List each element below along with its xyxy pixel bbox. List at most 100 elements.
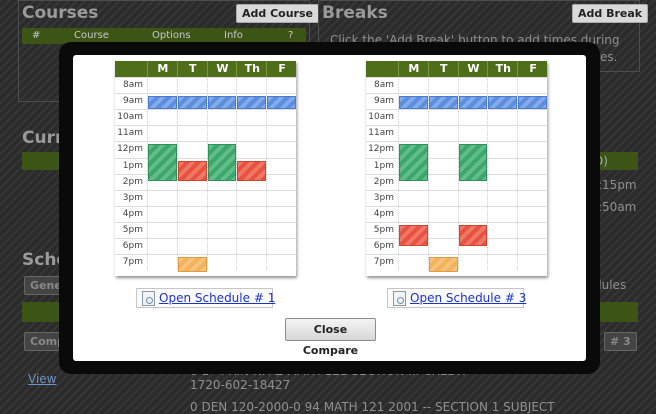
time-row: 12pm (366, 141, 547, 158)
time-label: 11am (117, 128, 143, 139)
day-header: T (427, 61, 459, 77)
day-header: W (206, 61, 238, 77)
time-label: 8am (122, 80, 143, 90)
time-row: 3pm (115, 189, 296, 207)
open-schedule-1-box[interactable]: Open Schedule # 1 (136, 288, 275, 308)
calendar-header: M T W Th F (366, 61, 547, 77)
table-header-info: Info (224, 30, 243, 41)
open-schedule-3-link[interactable]: Open Schedule # 3 (410, 291, 526, 305)
time-row: 6pm (115, 238, 296, 255)
class-block[interactable] (237, 160, 267, 182)
class-block[interactable] (399, 96, 428, 109)
time-label: 2pm (373, 176, 394, 187)
close-compare-button[interactable]: Close Compare (285, 318, 376, 357)
class-block[interactable] (237, 96, 267, 109)
time-row: 12pm (115, 141, 296, 158)
class-block[interactable] (177, 160, 207, 182)
time-label: 9am (373, 96, 394, 107)
time-label: 12pm (117, 144, 143, 155)
class-block[interactable] (399, 144, 428, 182)
day-header: F (266, 61, 297, 77)
class-block[interactable] (518, 96, 547, 109)
class-block[interactable] (148, 144, 177, 182)
day-header: M (398, 61, 429, 77)
time-label: 6pm (373, 241, 394, 251)
grid-line (296, 77, 297, 271)
class-block[interactable] (399, 224, 428, 246)
table-header-num: # (32, 30, 41, 41)
breaks-help-text-2: es. (600, 50, 618, 64)
time-label: 2pm (122, 176, 143, 187)
time-label: 9am (122, 96, 143, 107)
day-header: Th (236, 61, 267, 77)
schedule-3-tag[interactable]: # 3 (604, 332, 637, 351)
class-block[interactable] (177, 96, 207, 109)
class-block[interactable] (148, 96, 177, 109)
time-row: 2pm (366, 173, 547, 191)
time-row: 8am (115, 77, 296, 94)
time-label: 1pm (373, 160, 394, 171)
bottom-text-3: 0 DEN 120-2000-0 94 MATH 121 2001 -- SEC… (190, 400, 555, 414)
time-row: 5pm (366, 221, 547, 239)
schedule-calendar-3: M T W Th F 8am 9am 10am 11am 12pm 1pm 2pm 3pm 4pm 5pm 6… (366, 61, 548, 276)
time-label: 12pm (368, 144, 394, 155)
view-link[interactable]: View (28, 372, 56, 386)
add-break-button[interactable]: Add Break (572, 4, 649, 23)
schedule-calendar-1: M T W Th F 8am 9am 10am 11am 12pm 1pm 2pm 3pm 4pm 5pm 6… (115, 61, 297, 276)
compare-modal: M T W Th F 8am 9am 10am 11am 12pm 1pm 2pm 3pm 4pm 5pm 6… (73, 55, 586, 361)
table-header-help: ? (288, 30, 294, 41)
day-header: T (176, 61, 208, 77)
class-block[interactable] (177, 257, 207, 272)
time-row: 10am (115, 109, 296, 126)
time-label-1: :15pm (598, 178, 637, 192)
time-label: 8am (373, 80, 394, 90)
time-row: 5pm (115, 221, 296, 239)
breaks-title: Breaks (322, 3, 388, 23)
time-label: 7pm (373, 257, 394, 268)
time-label: 11am (368, 128, 394, 139)
class-block[interactable] (428, 257, 458, 272)
time-label: 4pm (122, 208, 143, 219)
time-label: 5pm (373, 224, 394, 235)
table-header-options: Options (152, 30, 191, 41)
class-block[interactable] (267, 96, 296, 109)
time-label: 3pm (373, 192, 394, 203)
class-block[interactable] (488, 96, 518, 109)
open-schedule-1-link[interactable]: Open Schedule # 1 (159, 291, 275, 305)
time-row: 3pm (366, 189, 547, 207)
document-icon (393, 291, 406, 306)
table-header-course: Course (74, 30, 109, 41)
time-label: 6pm (122, 241, 143, 251)
time-row: 11am (115, 125, 296, 142)
document-icon (142, 291, 155, 306)
class-block[interactable] (207, 96, 237, 109)
current-title: Curr (22, 128, 64, 148)
class-block[interactable] (458, 96, 488, 109)
class-block[interactable] (207, 144, 237, 182)
time-row: 11am (366, 125, 547, 142)
open-schedule-3-box[interactable]: Open Schedule # 3 (387, 288, 526, 308)
calendar-header: M T W Th F (115, 61, 296, 77)
time-row: 8am (366, 77, 547, 94)
time-row: 4pm (115, 205, 296, 223)
add-course-button[interactable]: Add Course (236, 4, 319, 23)
time-label: 10am (368, 112, 394, 123)
bottom-text-2: 1720-602-18427 (190, 378, 291, 392)
day-header: W (457, 61, 489, 77)
time-label: 5pm (122, 224, 143, 235)
time-row: 6pm (366, 238, 547, 255)
time-label: 7pm (122, 257, 143, 268)
time-label: 1pm (122, 160, 143, 171)
day-header: M (147, 61, 178, 77)
grid-line (547, 77, 548, 271)
time-row: 4pm (366, 205, 547, 223)
time-label: 3pm (122, 192, 143, 203)
courses-title: Courses (22, 3, 99, 23)
class-block[interactable] (428, 96, 458, 109)
time-row: 10am (366, 109, 547, 126)
class-block[interactable] (458, 224, 488, 246)
class-block[interactable] (458, 144, 488, 182)
time-row: 1pm (366, 157, 547, 175)
day-header: Th (487, 61, 518, 77)
day-header: F (517, 61, 548, 77)
